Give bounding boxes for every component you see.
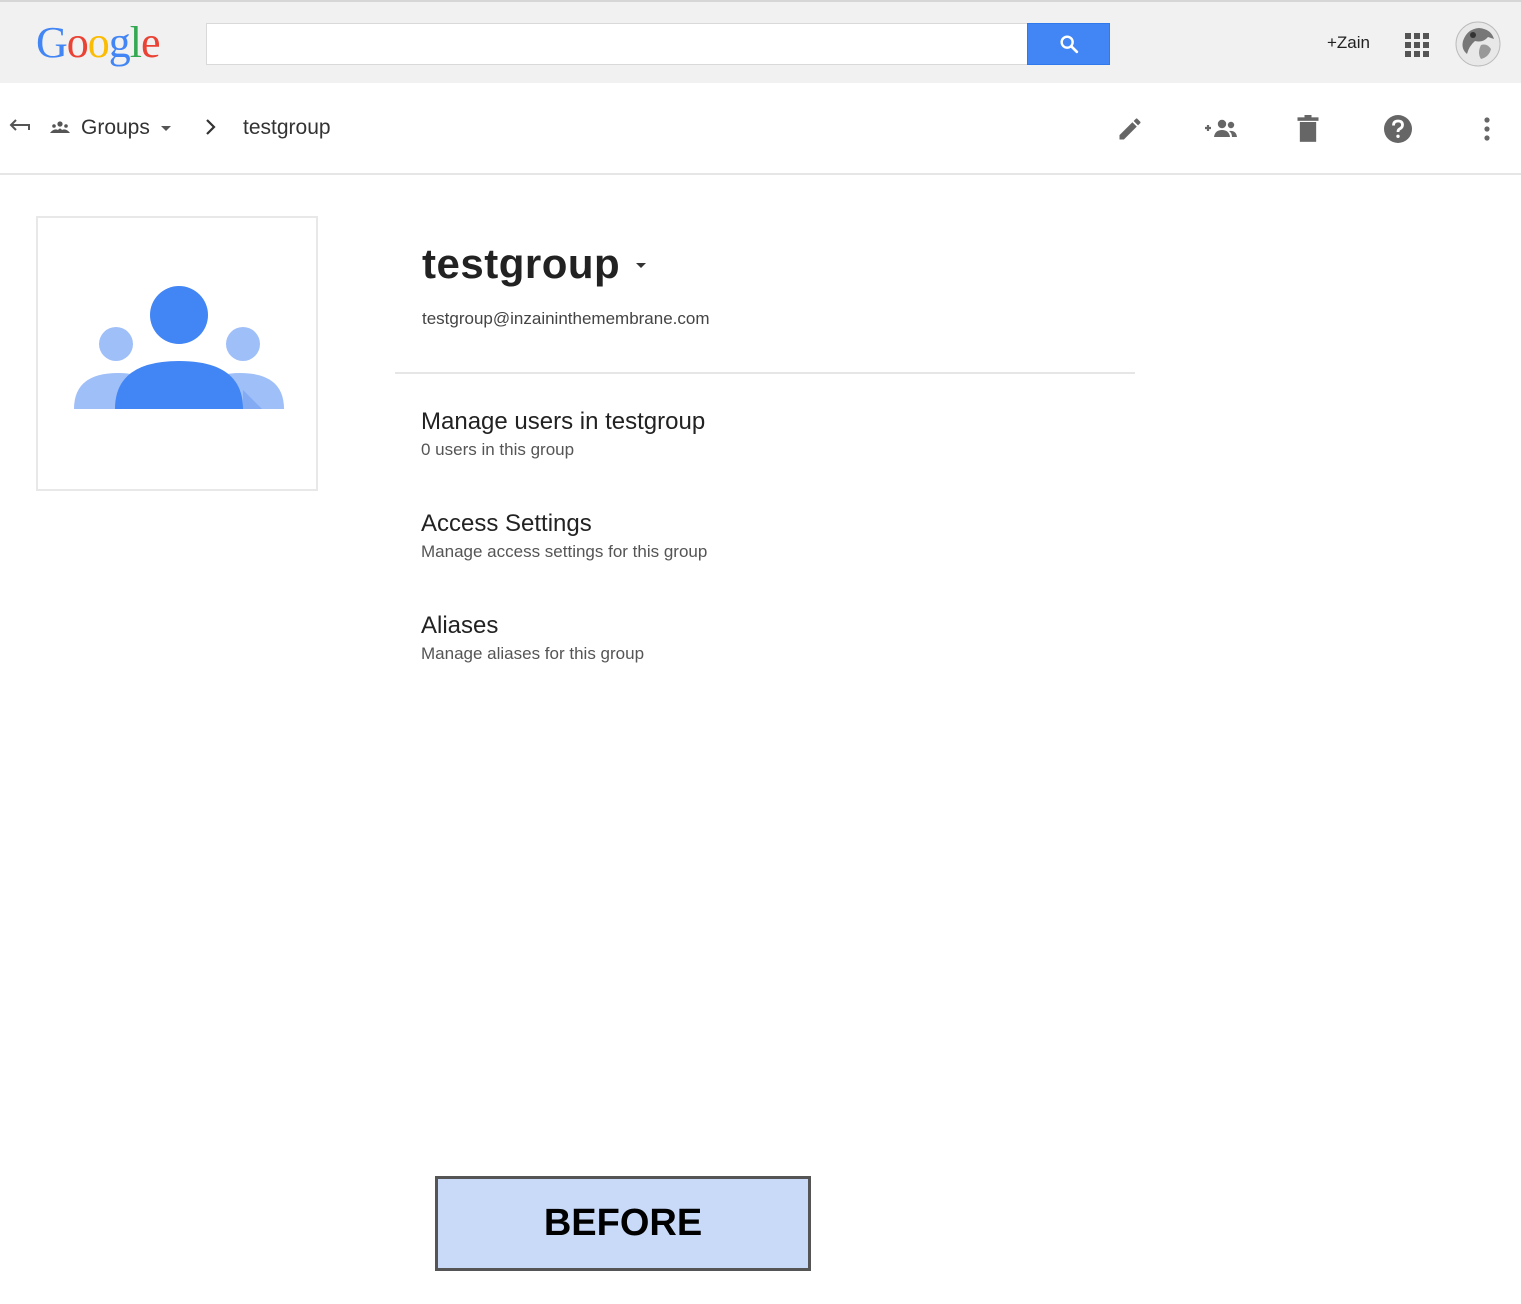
group-people-icon — [74, 286, 284, 409]
delete-button[interactable] — [1288, 109, 1328, 149]
chevron-right-icon — [206, 119, 216, 135]
user-profile-link[interactable]: +Zain — [1327, 33, 1370, 53]
logo-letter: o — [66, 18, 89, 67]
add-member-icon — [1205, 119, 1237, 137]
group-title-row: testgroup — [422, 240, 647, 288]
help-icon — [1384, 115, 1412, 143]
section-aliases[interactable]: Aliases Manage aliases for this group — [421, 611, 644, 664]
chevron-down-icon[interactable] — [636, 263, 647, 269]
section-subtitle: Manage aliases for this group — [421, 644, 645, 663]
google-bar: Google +Zain — [0, 0, 1521, 83]
search-input[interactable] — [206, 23, 1028, 65]
section-title: Aliases — [421, 612, 499, 639]
breadcrumb-current: testgroup — [243, 116, 331, 139]
add-member-button[interactable] — [1200, 109, 1240, 149]
avatar[interactable] — [1455, 21, 1501, 67]
group-email: testgroup@inzaininthemembrane.com — [422, 309, 710, 328]
help-button[interactable] — [1378, 109, 1418, 149]
apps-grid-icon[interactable] — [1405, 33, 1429, 57]
google-logo[interactable]: Google — [36, 16, 161, 70]
page-title: testgroup — [422, 240, 621, 287]
section-title: Access Settings — [421, 510, 592, 537]
back-arrow-icon[interactable] — [9, 119, 33, 133]
logo-letter: e — [141, 18, 161, 67]
search-icon — [1059, 35, 1078, 54]
divider — [395, 372, 1135, 374]
logo-letter: G — [36, 18, 68, 67]
breadcrumb-groups[interactable]: Groups — [81, 116, 150, 140]
chevron-down-icon[interactable] — [161, 126, 171, 132]
more-vert-icon — [1484, 117, 1490, 141]
section-subtitle: Manage access settings for this group — [421, 542, 708, 561]
edit-button[interactable] — [1110, 109, 1150, 149]
more-options-button[interactable] — [1467, 109, 1507, 149]
logo-letter: o — [87, 18, 110, 67]
section-access-settings[interactable]: Access Settings Manage access settings f… — [421, 509, 707, 562]
before-label: BEFORE — [435, 1176, 811, 1271]
section-subtitle: 0 users in this group — [421, 440, 575, 459]
section-title: Manage users in testgroup — [421, 408, 706, 435]
group-avatar-card — [36, 216, 318, 491]
logo-letter: g — [108, 18, 131, 67]
edit-icon — [1119, 118, 1141, 140]
page-toolbar: Groups testgroup — [0, 83, 1521, 175]
delete-icon — [1297, 115, 1319, 142]
search-button[interactable] — [1027, 23, 1110, 65]
section-manage-users[interactable]: Manage users in testgroup 0 users in thi… — [421, 407, 705, 460]
logo-letter: l — [129, 18, 142, 67]
groups-icon — [50, 121, 70, 133]
